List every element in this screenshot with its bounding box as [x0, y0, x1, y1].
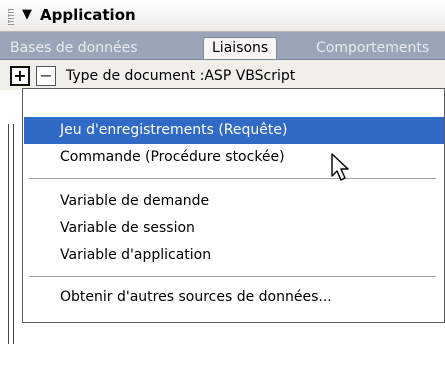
- panel-tab-bar: Bases de données Liaisons Comportements: [0, 32, 445, 60]
- panel-content-border: [8, 124, 14, 344]
- menu-separator: [29, 178, 436, 180]
- menu-item-recordset[interactable]: Jeu d'enregistrements (Requête): [24, 117, 444, 144]
- panel-title-bar[interactable]: ▼ Application: [0, 0, 445, 32]
- tab-comportements[interactable]: Comportements: [308, 38, 437, 59]
- tab-liaisons[interactable]: Liaisons: [203, 37, 278, 59]
- remove-binding-button[interactable]: −: [36, 66, 56, 86]
- menu-item-request-variable[interactable]: Variable de demande: [24, 188, 444, 215]
- menu-item-other-sources[interactable]: Obtenir d'autres sources de données...: [24, 284, 444, 311]
- menu-item-command[interactable]: Commande (Procédure stockée): [24, 144, 444, 171]
- panel-title: Application: [40, 6, 136, 24]
- add-binding-button[interactable]: +: [10, 66, 30, 86]
- panel-grip-handle[interactable]: [8, 9, 14, 25]
- document-type-label: Type de document :ASP VBScript: [66, 68, 296, 84]
- menu-item-session-variable[interactable]: Variable de session: [24, 215, 444, 242]
- tab-bases-de-donnees[interactable]: Bases de données: [2, 38, 146, 59]
- menu-item-application-variable[interactable]: Variable d'application: [24, 242, 444, 269]
- mouse-pointer-icon: [331, 153, 349, 181]
- collapse-arrow-icon[interactable]: ▼: [22, 7, 32, 22]
- bindings-toolbar: + − Type de document :ASP VBScript: [0, 60, 445, 90]
- menu-separator: [29, 276, 436, 278]
- add-binding-dropdown-menu: Jeu d'enregistrements (Requête) Commande…: [22, 88, 445, 323]
